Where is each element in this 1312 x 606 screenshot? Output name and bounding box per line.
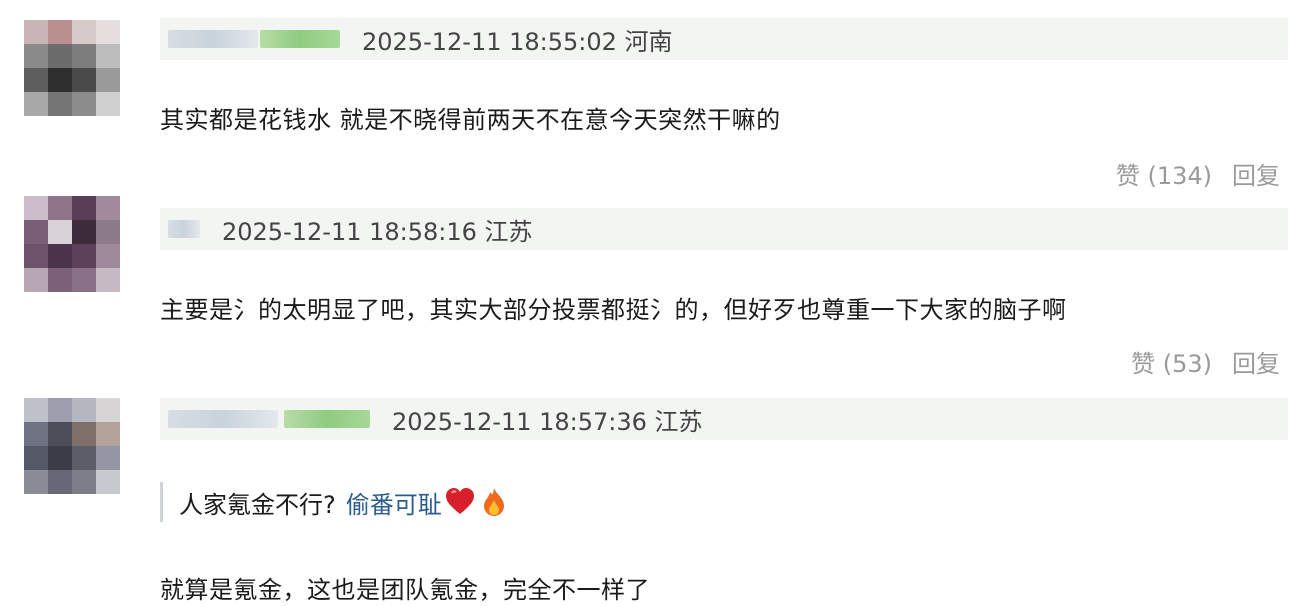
fire-emoji-icon <box>483 488 504 516</box>
heart-emoji-icon <box>445 488 474 514</box>
reply-button[interactable]: 回复 <box>1232 156 1280 191</box>
comment-text: 其实都是花钱水 就是不晓得前两天不在意今天突然干嘛的 <box>160 106 781 134</box>
avatar[interactable] <box>24 398 120 494</box>
like-button[interactable]: 赞 (53) <box>1131 344 1212 379</box>
quote-text: 人家氪金不行? <box>179 490 336 519</box>
like-button[interactable]: 赞 (134) <box>1116 156 1212 191</box>
avatar[interactable] <box>24 20 120 116</box>
reply-button[interactable]: 回复 <box>1232 344 1280 379</box>
comment-meta-bar: 2025-12-11 18:57:36 江苏 <box>160 398 1288 440</box>
comment-meta-bar: 2025-12-11 18:58:16 江苏 <box>160 208 1288 250</box>
timestamp-location: 2025-12-11 18:57:36 江苏 <box>392 407 703 436</box>
quote-highlight: 偷番可耻 <box>345 490 442 519</box>
comment-text: 主要是氵的太明显了吧，其实大部分投票都挺氵的，但好歹也尊重一下大家的脑子啊 <box>160 296 1067 324</box>
username-redacted[interactable] <box>168 30 258 48</box>
timestamp-location: 2025-12-11 18:55:02 河南 <box>362 27 673 56</box>
comment-actions: 赞 (53) 回复 <box>1131 344 1280 379</box>
user-badge-redacted <box>284 410 370 428</box>
quoted-reply: 人家氪金不行? 偷番可耻 <box>160 482 510 522</box>
user-badge-redacted <box>260 30 340 48</box>
comment-text: 就算是氪金，这也是团队氪金，完全不一样了 <box>160 576 650 604</box>
comment-meta-bar: 2025-12-11 18:55:02 河南 <box>160 18 1288 60</box>
username-redacted[interactable] <box>168 220 200 238</box>
username-redacted[interactable] <box>168 410 278 428</box>
comment-actions: 赞 (134) 回复 <box>1116 156 1280 191</box>
avatar[interactable] <box>24 196 120 292</box>
timestamp-location: 2025-12-11 18:58:16 江苏 <box>222 217 533 246</box>
